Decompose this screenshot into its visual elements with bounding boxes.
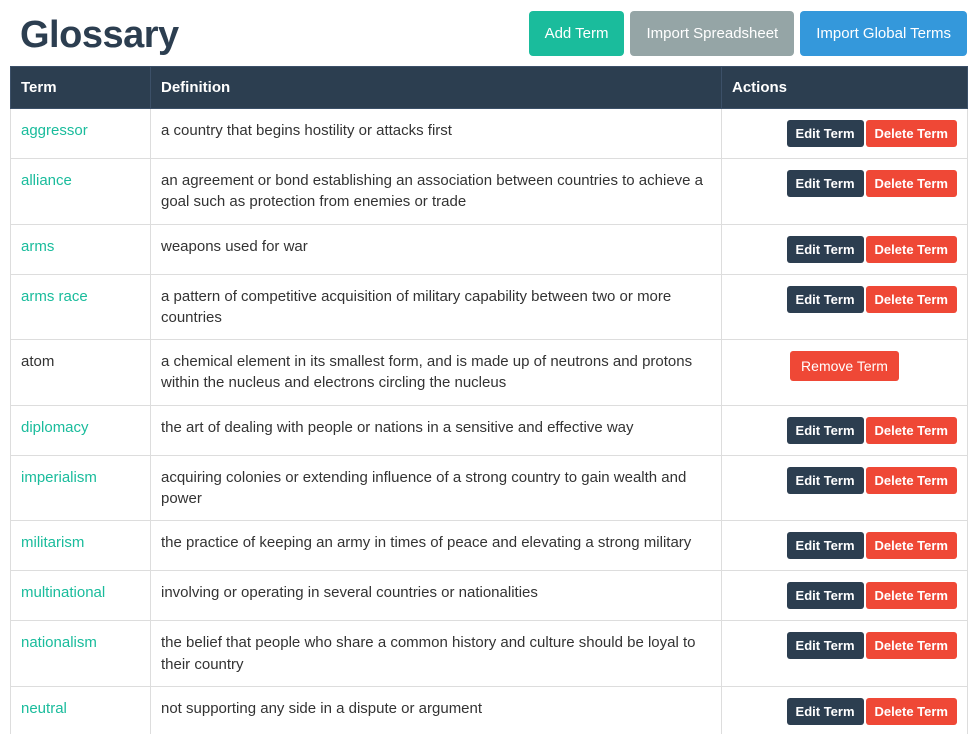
column-header-actions: Actions bbox=[721, 66, 968, 109]
actions-cell: Edit Term Delete Term bbox=[721, 570, 968, 622]
delete-term-button[interactable]: Delete Term bbox=[865, 285, 957, 313]
header-action-buttons: Add Term Import Spreadsheet Import Globa… bbox=[528, 10, 967, 56]
term-cell: arms race bbox=[10, 273, 151, 341]
table-row: atom a chemical element in its smallest f… bbox=[10, 339, 968, 406]
add-term-button[interactable]: Add Term bbox=[528, 10, 625, 56]
actions-cell: Edit Term Delete Term bbox=[721, 273, 968, 341]
import-global-terms-button[interactable]: Import Global Terms bbox=[800, 10, 967, 56]
term-cell: multinational bbox=[10, 570, 151, 622]
page-title: Glossary bbox=[20, 14, 179, 56]
table-header-row: Term Definition Actions bbox=[10, 66, 968, 109]
actions-cell: Edit Term Delete Term bbox=[721, 685, 968, 734]
definition-cell: the belief that people who share a commo… bbox=[150, 620, 722, 687]
import-spreadsheet-button[interactable]: Import Spreadsheet bbox=[630, 10, 795, 56]
edit-term-button[interactable]: Edit Term bbox=[786, 697, 864, 725]
delete-term-button[interactable]: Delete Term bbox=[865, 170, 957, 197]
term-text: atom bbox=[21, 353, 55, 371]
table-row: militarism the practice of keeping an arm… bbox=[10, 520, 968, 572]
column-header-term: Term bbox=[10, 66, 151, 109]
glossary-page: Glossary Add Term Import Spreadsheet Imp… bbox=[0, 0, 977, 734]
page-header: Glossary Add Term Import Spreadsheet Imp… bbox=[0, 0, 977, 66]
delete-term-button[interactable]: Delete Term bbox=[865, 582, 957, 610]
table-row: imperialism acquiring colonies or extendi… bbox=[10, 454, 968, 522]
edit-term-button[interactable]: Edit Term bbox=[786, 532, 864, 560]
table-row: nationalism the belief that people who sh… bbox=[10, 620, 968, 687]
delete-term-button[interactable]: Delete Term bbox=[865, 697, 957, 725]
definition-cell: the art of dealing with people or nation… bbox=[150, 404, 722, 456]
delete-term-button[interactable]: Delete Term bbox=[865, 416, 957, 444]
definition-cell: the practice of keeping an army in times… bbox=[150, 520, 722, 572]
table-body: aggressor a country that begins hostility… bbox=[10, 108, 968, 734]
actions-cell: Edit Term Delete Term bbox=[721, 404, 968, 456]
remove-term-button[interactable]: Remove Term bbox=[790, 351, 899, 382]
table-row: alliance an agreement or bond establishin… bbox=[10, 158, 968, 225]
definition-cell: a pattern of competitive acquisition of … bbox=[150, 273, 722, 341]
edit-term-button[interactable]: Edit Term bbox=[786, 582, 864, 610]
actions-cell: Edit Term Delete Term bbox=[721, 620, 968, 687]
term-cell: militarism bbox=[10, 520, 151, 572]
term-link[interactable]: arms bbox=[21, 238, 54, 255]
edit-term-button[interactable]: Edit Term bbox=[786, 285, 864, 313]
edit-term-button[interactable]: Edit Term bbox=[786, 235, 864, 263]
definition-cell: a chemical element in its smallest form,… bbox=[150, 339, 722, 406]
term-link[interactable]: multinational bbox=[21, 584, 105, 601]
actions-cell: Edit Term Delete Term bbox=[721, 520, 968, 572]
actions-cell: Edit Term Delete Term bbox=[721, 108, 968, 159]
definition-cell: weapons used for war bbox=[150, 223, 722, 275]
delete-term-button[interactable]: Delete Term bbox=[865, 235, 957, 263]
actions-cell: Edit Term Delete Term bbox=[721, 223, 968, 275]
edit-term-button[interactable]: Edit Term bbox=[786, 466, 864, 494]
term-link[interactable]: neutral bbox=[21, 700, 67, 717]
term-cell: neutral bbox=[10, 685, 151, 734]
term-link[interactable]: imperialism bbox=[21, 469, 97, 486]
definition-cell: a country that begins hostility or attac… bbox=[150, 108, 722, 159]
edit-term-button[interactable]: Edit Term bbox=[786, 120, 864, 147]
edit-term-button[interactable]: Edit Term bbox=[786, 170, 864, 197]
table-row: aggressor a country that begins hostility… bbox=[10, 108, 968, 159]
definition-cell: involving or operating in several countr… bbox=[150, 570, 722, 622]
table-row: diplomacy the art of dealing with people … bbox=[10, 404, 968, 456]
term-cell: diplomacy bbox=[10, 404, 151, 456]
definition-cell: an agreement or bond establishing an ass… bbox=[150, 158, 722, 225]
table-header: Term Definition Actions bbox=[10, 66, 968, 109]
table-row: multinational involving or operating in s… bbox=[10, 570, 968, 622]
edit-term-button[interactable]: Edit Term bbox=[786, 632, 864, 660]
delete-term-button[interactable]: Delete Term bbox=[865, 632, 957, 660]
term-cell: nationalism bbox=[10, 620, 151, 687]
term-link[interactable]: militarism bbox=[21, 534, 84, 551]
term-cell: aggressor bbox=[10, 108, 151, 159]
term-cell: atom bbox=[10, 339, 151, 406]
glossary-table-wrapper: Term Definition Actions aggressor a count… bbox=[0, 66, 977, 734]
actions-cell: Remove Term bbox=[721, 339, 968, 406]
actions-cell: Edit Term Delete Term bbox=[721, 454, 968, 522]
table-row: neutral not supporting any side in a disp… bbox=[10, 685, 968, 734]
term-cell: imperialism bbox=[10, 454, 151, 522]
delete-term-button[interactable]: Delete Term bbox=[865, 120, 957, 147]
table-row: arms weapons used for war Edit Term Delete … bbox=[10, 223, 968, 275]
term-link[interactable]: alliance bbox=[21, 172, 72, 189]
delete-term-button[interactable]: Delete Term bbox=[865, 532, 957, 560]
term-cell: alliance bbox=[10, 158, 151, 225]
column-header-definition: Definition bbox=[150, 66, 722, 109]
delete-term-button[interactable]: Delete Term bbox=[865, 466, 957, 494]
definition-cell: not supporting any side in a dispute or … bbox=[150, 685, 722, 734]
term-link[interactable]: aggressor bbox=[21, 122, 88, 139]
table-row: arms race a pattern of competitive acquis… bbox=[10, 273, 968, 341]
term-link[interactable]: nationalism bbox=[21, 634, 97, 651]
definition-cell: acquiring colonies or extending influenc… bbox=[150, 454, 722, 522]
glossary-table: Term Definition Actions aggressor a count… bbox=[10, 66, 968, 734]
edit-term-button[interactable]: Edit Term bbox=[786, 416, 864, 444]
actions-cell: Edit Term Delete Term bbox=[721, 158, 968, 225]
term-cell: arms bbox=[10, 223, 151, 275]
term-link[interactable]: arms race bbox=[21, 288, 88, 305]
term-link[interactable]: diplomacy bbox=[21, 419, 89, 436]
